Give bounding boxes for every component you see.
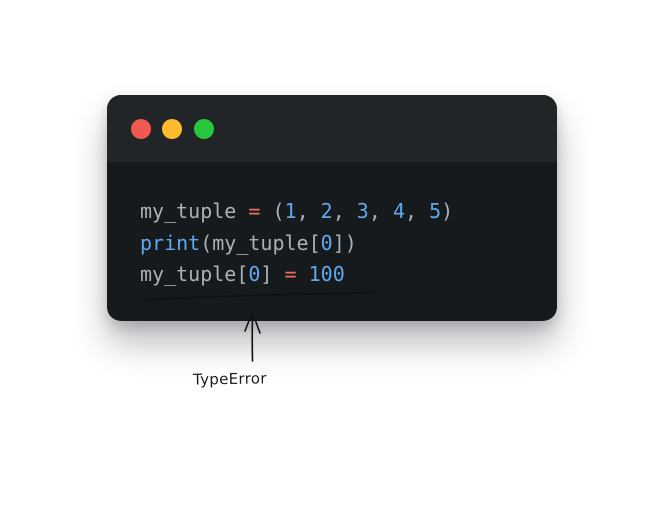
- code-number: 5: [429, 199, 442, 223]
- code-number: 0: [320, 230, 333, 255]
- maximize-window-button[interactable]: [194, 119, 214, 139]
- code-bracket: ]: [260, 262, 273, 286]
- code-variable: my_tuple: [140, 199, 237, 223]
- code-comma: ,: [332, 199, 345, 223]
- window-titlebar: [107, 95, 557, 162]
- code-variable: my_tuple: [140, 262, 237, 286]
- code-function: print: [140, 230, 201, 255]
- code-bracket: [: [308, 230, 321, 255]
- code-line-2: print(my_tuple[0]): [140, 228, 453, 260]
- code-paren: ): [441, 199, 454, 223]
- code-block: my_tuple = (1, 2, 3, 4, 5) print(my_tuple…: [140, 196, 453, 291]
- code-paren: (: [200, 230, 213, 255]
- code-comma: ,: [368, 199, 381, 223]
- code-paren: (: [272, 199, 285, 223]
- code-number: 4: [392, 199, 405, 223]
- code-bracket: [: [236, 262, 249, 286]
- code-line-3: my_tuple[0] = 100: [140, 259, 453, 291]
- code-operator: =: [248, 199, 261, 223]
- code-line-1: my_tuple = (1, 2, 3, 4, 5): [140, 196, 453, 228]
- code-number: 100: [308, 262, 345, 286]
- code-number: 2: [320, 199, 333, 223]
- code-bracket: ]: [332, 230, 345, 255]
- code-number: 0: [248, 262, 261, 286]
- code-number: 3: [356, 199, 369, 223]
- close-window-button[interactable]: [131, 119, 151, 139]
- code-window: my_tuple = (1, 2, 3, 4, 5) print(my_tuple…: [107, 95, 557, 321]
- code-paren: ): [344, 230, 357, 255]
- minimize-window-button[interactable]: [162, 119, 182, 139]
- code-number: 1: [284, 199, 297, 223]
- code-comma: ,: [404, 199, 418, 223]
- code-variable: my_tuple: [212, 230, 309, 255]
- code-comma: ,: [296, 199, 309, 223]
- code-operator: =: [284, 262, 297, 286]
- type-error-label: TypeError: [192, 369, 267, 389]
